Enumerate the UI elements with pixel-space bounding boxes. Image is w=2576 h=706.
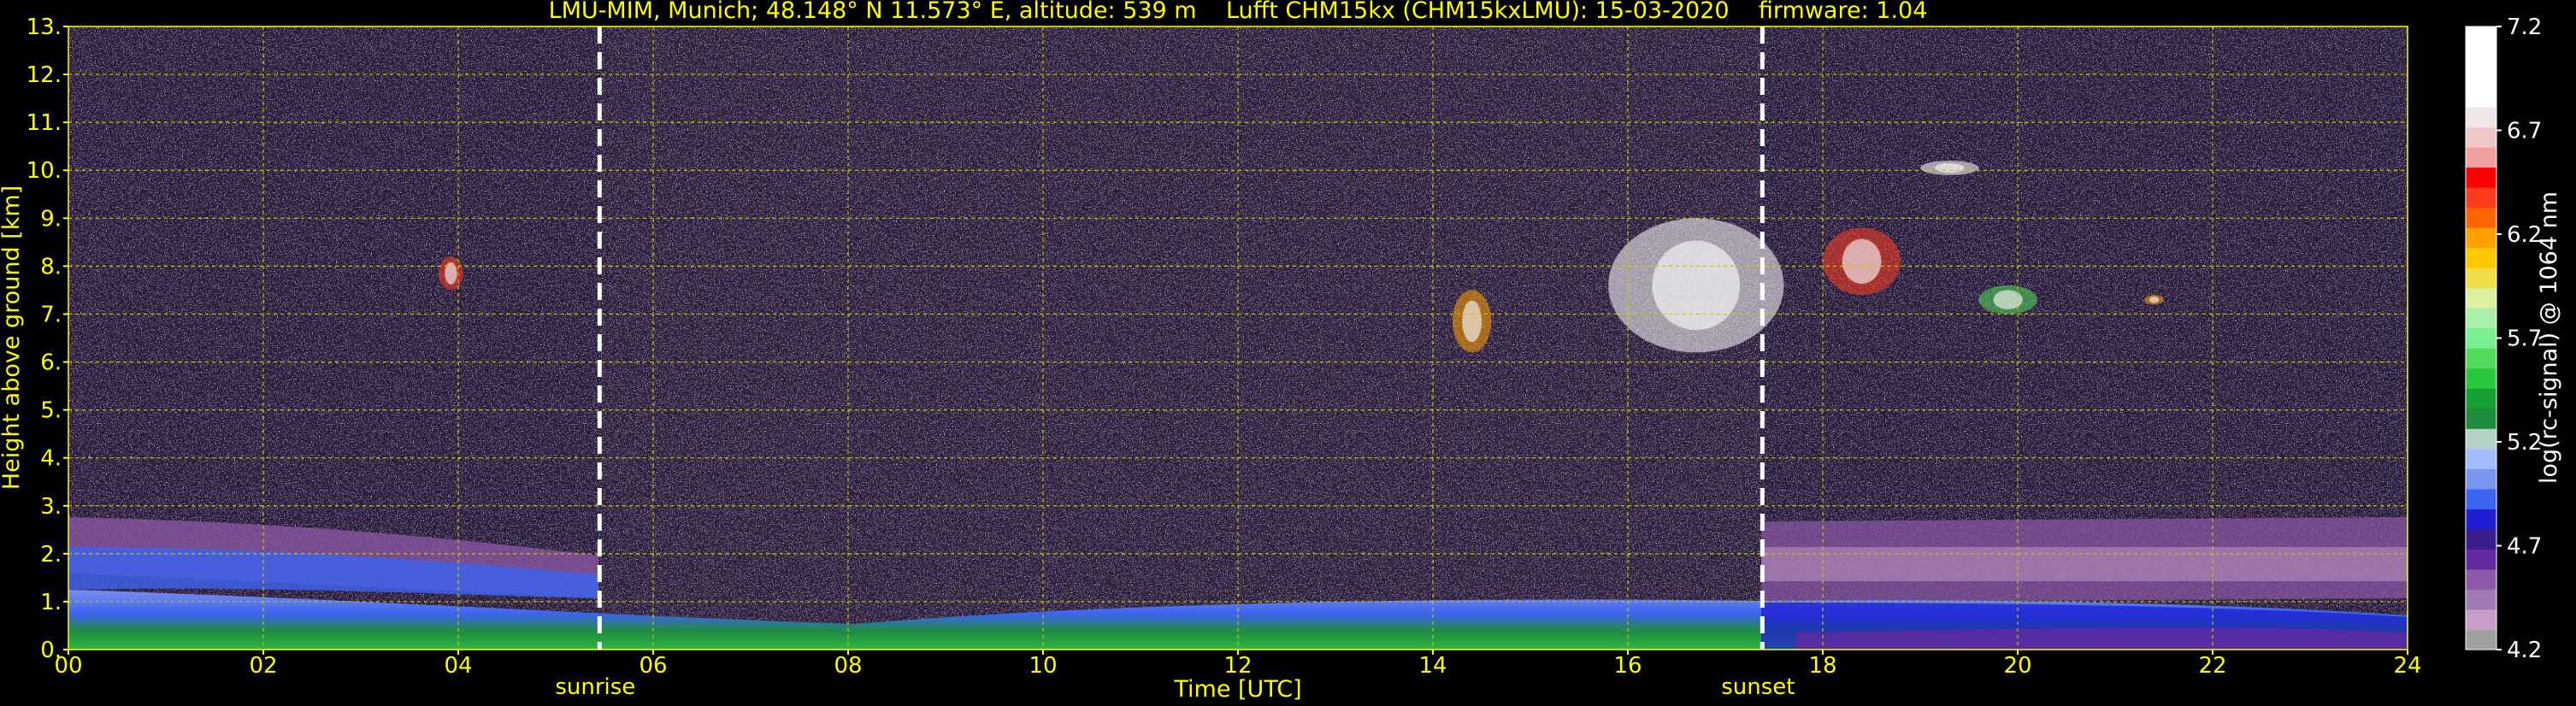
ceilometer-figure: sunrise sunset 00 02 04 06 08 10 12 14 16 18 20 22 24… (0, 0, 2562, 703)
x-tick-label: 18 (1808, 653, 1836, 679)
x-tick-label: 14 (1418, 653, 1447, 679)
x-tick-label: 16 (1613, 653, 1642, 679)
colorbar-segment (2466, 609, 2496, 630)
y-tick-label: 1. (40, 590, 62, 615)
colorbar-segment (2466, 509, 2496, 530)
colorbar-segment (2466, 308, 2496, 329)
y-tick-label: 10. (27, 158, 62, 184)
y-tick-label: 8. (40, 254, 62, 279)
x-tick-label: 12 (1223, 653, 1252, 679)
colorbar-segment (2466, 147, 2496, 168)
cirrus-cloud-core (1652, 240, 1741, 331)
x-axis: 00 02 04 06 08 10 12 14 16 18 20 22 24 (54, 650, 2422, 679)
y-tick-label: 12. (27, 62, 62, 88)
colorbar-segment (2466, 247, 2496, 268)
colorbar-segment (2466, 187, 2496, 209)
cirrus-cloud-core (1842, 238, 1882, 284)
colorbar-segment (2466, 528, 2496, 550)
colorbar-tick-label: 4.7 (2507, 534, 2542, 560)
plot-area: sunrise sunset (68, 26, 2408, 700)
colorbar-segment (2466, 167, 2496, 188)
x-tick-label: 08 (834, 653, 862, 679)
sunrise-label: sunrise (555, 674, 635, 700)
y-tick-label: 2. (40, 542, 62, 568)
colorbar-segment (2466, 589, 2496, 610)
colorbar-tick-label: 7.2 (2507, 15, 2542, 40)
colorbar-segment (2466, 348, 2496, 369)
cirrus-cloud-core (2149, 296, 2160, 303)
colorbar-segment (2466, 488, 2496, 509)
y-axis: 0. 1. 2. 3. 4. 5. 6. 7. 8. 9. 10. 11. 12. 13. (27, 15, 68, 663)
sunset-label: sunset (1721, 674, 1795, 700)
colorbar-segment (2466, 46, 2496, 68)
colorbar: 4.24.75.25.76.26.77.2 (2465, 15, 2542, 663)
y-axis-label: Height above ground [km] (0, 185, 25, 490)
colorbar-segment (2466, 67, 2496, 88)
y-tick-label: 13. (27, 15, 62, 40)
colorbar-tick-label: 6.7 (2507, 119, 2542, 144)
colorbar-segment (2466, 468, 2496, 490)
colorbar-segment (2466, 549, 2496, 570)
cirrus-cloud-core (445, 262, 457, 285)
colorbar-segment (2466, 107, 2496, 128)
chart-title: LMU-MIM, Munich; 48.148° N 11.573° E, al… (549, 0, 1928, 24)
cirrus-cloud-core (1935, 162, 1965, 174)
x-tick-label: 24 (2393, 653, 2421, 679)
colorbar-segment (2466, 448, 2496, 469)
y-tick-label: 11. (27, 110, 62, 136)
colorbar-label: log(rc-signal) @ 1064 nm (2536, 191, 2562, 484)
colorbar-segment (2466, 568, 2496, 590)
x-tick-label: 06 (639, 653, 667, 679)
y-tick-label: 3. (40, 494, 62, 520)
colorbar-segment (2466, 388, 2496, 409)
y-tick-label: 9. (40, 206, 62, 232)
colorbar-segment (2466, 629, 2496, 650)
colorbar-segment (2466, 408, 2496, 429)
y-tick-label: 7. (40, 302, 62, 327)
x-tick-label: 02 (249, 653, 277, 679)
y-tick-label: 5. (40, 398, 62, 424)
colorbar-segment (2466, 26, 2496, 48)
colorbar-tick-label: 4.2 (2507, 638, 2542, 663)
daytime-noise-layer (598, 26, 1761, 650)
colorbar-segment (2466, 287, 2496, 309)
x-tick-label: 20 (2003, 653, 2031, 679)
colorbar-segment (2466, 86, 2496, 108)
cirrus-cloud-core (1462, 300, 1482, 343)
colorbar-segment (2466, 327, 2496, 349)
colorbar-segment (2466, 428, 2496, 450)
colorbar-segment (2466, 126, 2496, 148)
x-tick-label: 04 (444, 653, 472, 679)
evening-aerosol-layer-light (1761, 547, 2408, 581)
colorbar-segment (2466, 207, 2496, 228)
colorbar-segment (2466, 368, 2496, 389)
colorbar-segment (2466, 268, 2496, 289)
y-tick-label: 6. (40, 350, 62, 376)
x-axis-label: Time [UTC] (1173, 676, 1301, 703)
colorbar-segment (2466, 227, 2496, 249)
cirrus-cloud-core (1993, 290, 2023, 309)
x-tick-label: 10 (1029, 653, 1057, 679)
x-tick-label: 22 (2198, 653, 2226, 679)
y-tick-label: 4. (40, 446, 62, 472)
y-tick-label: 0. (40, 638, 62, 663)
